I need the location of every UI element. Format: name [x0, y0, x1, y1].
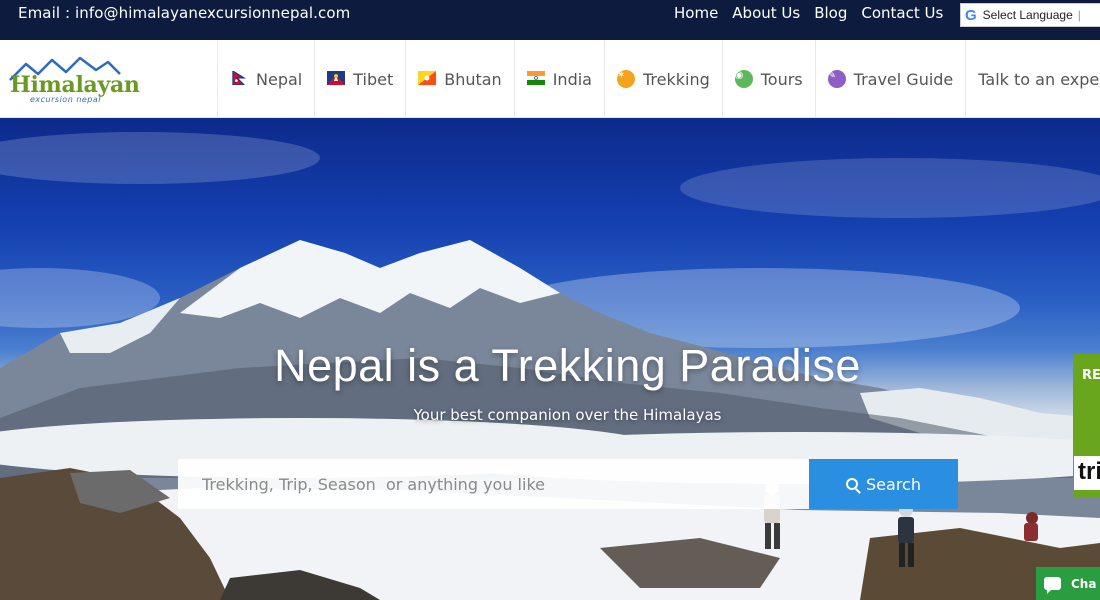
top-link-home[interactable]: Home [674, 4, 718, 22]
nav-item-nepal[interactable]: Nepal [217, 40, 314, 118]
top-nav: Home About Us Blog Contact Us [674, 4, 943, 22]
bhutan-flag-icon [418, 70, 437, 89]
nav-label-talk-to-expert: Talk to an expert [978, 69, 1100, 89]
main-navbar: Himalayan excursion nepal Nepal Tibet Bh… [0, 40, 1100, 118]
search-input[interactable] [178, 459, 809, 509]
tibet-flag-icon [327, 70, 346, 89]
dropdown-separator: | [1077, 8, 1081, 22]
nav-item-bhutan[interactable]: Bhutan [405, 40, 513, 118]
india-flag-icon [526, 70, 545, 89]
contact-email[interactable]: Email : info@himalayanexcursionnepal.com [18, 4, 350, 22]
nav-item-tibet[interactable]: Tibet [314, 40, 405, 118]
logo-subtitle: excursion nepal [30, 95, 102, 104]
search-button[interactable]: Search [809, 459, 958, 509]
nav-label-nepal: Nepal [256, 69, 303, 89]
nav-label-travel-guide: Travel Guide [853, 69, 954, 89]
search-button-label: Search [866, 474, 921, 494]
chat-widget-button[interactable]: Cha [1036, 567, 1100, 600]
top-link-blog[interactable]: Blog [814, 4, 847, 22]
top-link-about[interactable]: About Us [732, 4, 800, 22]
hero-title: Nepal is a Trekking Paradise [274, 340, 861, 391]
language-label: Select Language [982, 8, 1073, 22]
chat-bubble-icon [1044, 577, 1061, 594]
language-select[interactable]: G Select Language | [960, 3, 1100, 27]
top-bar: Email : info@himalayanexcursionnepal.com… [0, 0, 1100, 40]
nav-label-bhutan: Bhutan [444, 69, 502, 89]
hero-banner: Nepal is a Trekking Paradise Your best c… [0, 118, 1100, 600]
nav-label-tours: Tours [760, 69, 803, 89]
nav-item-tours[interactable]: ◉ Tours [721, 40, 815, 118]
chat-label: Cha [1071, 576, 1097, 591]
google-g-icon: G [965, 6, 977, 24]
nepal-flag-icon [230, 70, 248, 89]
nav-label-trekking: Trekking [642, 69, 710, 89]
main-menu: Nepal Tibet Bhutan India ✶ Trekking ◉ To… [217, 40, 1100, 118]
nav-item-trekking[interactable]: ✶ Trekking [603, 40, 722, 118]
nav-item-india[interactable]: India [513, 40, 604, 118]
search-icon [846, 478, 859, 490]
side-promo-tab[interactable]: RE tri [1073, 354, 1100, 498]
nav-label-tibet: Tibet [353, 69, 394, 89]
tours-icon: ◉ [734, 70, 753, 88]
side-tab-logo-text: tri [1078, 458, 1100, 485]
site-logo[interactable]: Himalayan excursion nepal [8, 54, 140, 106]
nav-item-talk-to-expert[interactable]: Talk to an expert ▾ [965, 40, 1100, 118]
travel-guide-icon: ✎ [827, 70, 846, 88]
side-tab-text: RE [1082, 368, 1100, 383]
top-link-contact[interactable]: Contact Us [861, 4, 943, 22]
hero-tagline: Your best companion over the Himalayas [413, 406, 722, 424]
nav-label-india: India [552, 69, 592, 89]
trekking-icon: ✶ [616, 70, 635, 88]
nav-item-travel-guide[interactable]: ✎ Travel Guide [814, 40, 966, 118]
